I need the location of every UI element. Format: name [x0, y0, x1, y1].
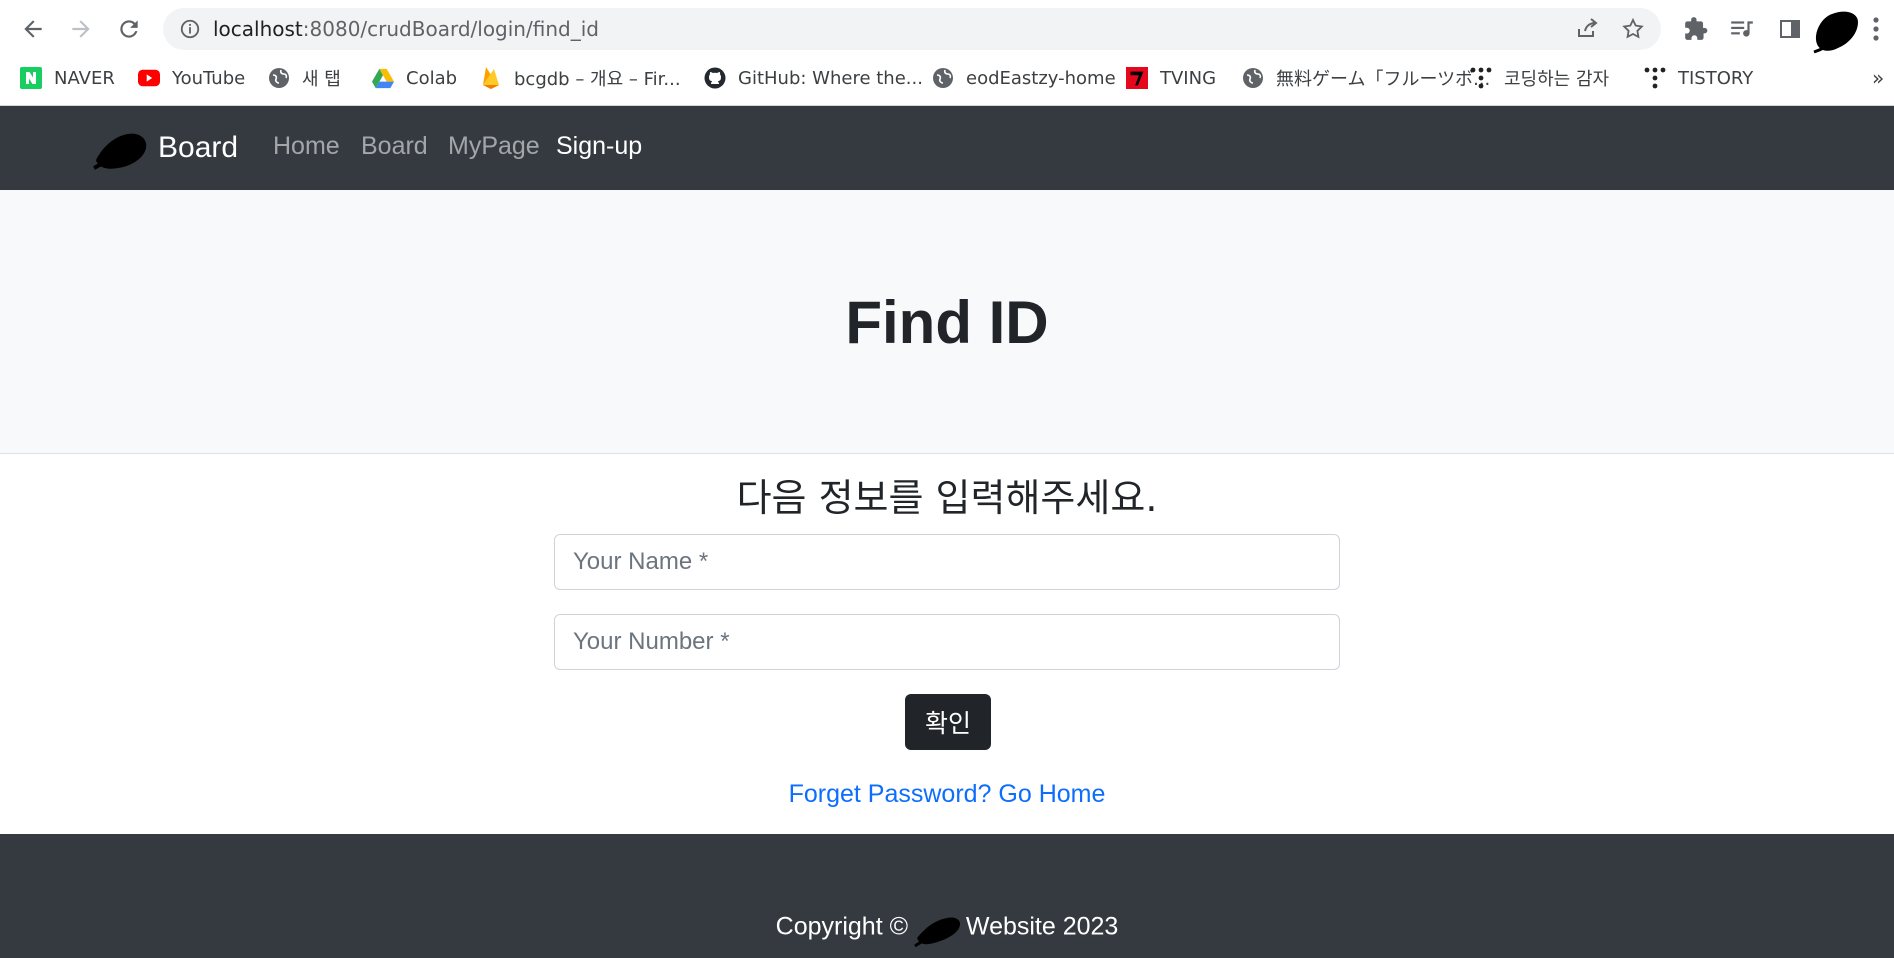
- bookmark-label: YouTube: [172, 67, 246, 89]
- name-input[interactable]: [554, 534, 1340, 590]
- drive-icon: [372, 67, 394, 89]
- bookmark-game[interactable]: 無料ゲーム「フルーツボ...: [1242, 64, 1490, 92]
- bookmark-new-tab[interactable]: 새 탭: [268, 64, 341, 92]
- kebab-menu-icon: [1873, 17, 1879, 41]
- side-panel-icon: [1780, 20, 1800, 38]
- footer-copyright: Copyright © Website 2023: [0, 908, 1894, 948]
- reload-button[interactable]: [112, 12, 146, 46]
- nav-link-mypage[interactable]: MyPage: [448, 132, 540, 161]
- bookmark-coding-potato[interactable]: 코딩하는 감자: [1470, 64, 1609, 92]
- naver-icon: [20, 67, 42, 89]
- bookmark-tistory[interactable]: TISTORY: [1644, 64, 1753, 92]
- redaction-scribble: [914, 917, 961, 948]
- brand-logo: [93, 133, 147, 170]
- browser-chrome: localhost:8080/crudBoard/login/find_id N…: [0, 0, 1894, 106]
- bookmark-label: eodEastzy-home: [966, 67, 1116, 89]
- side-panel-button[interactable]: [1776, 15, 1804, 43]
- bookmark-colab[interactable]: Colab: [372, 64, 457, 92]
- bookmark-label: 새 탭: [302, 69, 341, 90]
- form-subtitle: 다음 정보를 입력해주세요.: [736, 476, 1158, 520]
- globe-icon: [268, 67, 290, 89]
- url-path: :8080/crudBoard/login/find_id: [302, 17, 599, 41]
- profile-avatar[interactable]: [1810, 6, 1862, 56]
- browser-menu-button[interactable]: [1866, 15, 1886, 43]
- forward-button[interactable]: [64, 12, 98, 46]
- site-footer: Copyright © Website 2023: [0, 834, 1894, 958]
- arrow-right-icon: [72, 20, 90, 38]
- bookmarks-bar: NAVER YouTube 새 탭 Colab bcgdb – 개요 – Fir…: [0, 58, 1894, 96]
- youtube-icon: [138, 67, 160, 89]
- info-icon[interactable]: [179, 18, 201, 40]
- puzzle-icon: [1685, 17, 1708, 40]
- bookmarks-overflow-button[interactable]: »: [1872, 66, 1884, 90]
- number-input[interactable]: [554, 614, 1340, 670]
- tistory-icon: [1470, 67, 1492, 89]
- back-button[interactable]: [16, 12, 50, 46]
- bookmark-label: NAVER: [54, 67, 115, 89]
- globe-icon: [1242, 67, 1264, 89]
- page-header: Find ID: [0, 190, 1894, 454]
- bookmark-label: TISTORY: [1678, 67, 1754, 89]
- tving-icon: [1126, 67, 1148, 89]
- bookmark-eodeastzy[interactable]: eodEastzy-home: [932, 64, 1116, 92]
- bookmark-label: bcgdb – 개요 – Fir...: [514, 69, 681, 90]
- copyright-prefix: Copyright ©: [775, 912, 909, 941]
- share-icon[interactable]: [1575, 17, 1599, 41]
- copyright-suffix: Website 2023: [965, 912, 1119, 941]
- page-title: Find ID: [845, 289, 1049, 356]
- tistory-icon: [1644, 67, 1666, 89]
- brand-text: Board: [158, 131, 239, 164]
- bookmark-youtube[interactable]: YouTube: [138, 64, 245, 92]
- bookmark-naver[interactable]: NAVER: [20, 64, 115, 92]
- confirm-button[interactable]: 확인: [905, 694, 991, 750]
- url-host: localhost: [213, 17, 303, 41]
- bookmark-label: GitHub: Where the...: [738, 67, 923, 89]
- firebase-icon: [480, 67, 502, 89]
- media-button[interactable]: [1728, 15, 1756, 43]
- nav-link-board[interactable]: Board: [361, 132, 428, 161]
- forget-password-go-home-link[interactable]: Forget Password? Go Home: [789, 780, 1106, 808]
- queue-music-icon: [1731, 21, 1753, 37]
- bookmark-label: 無料ゲーム「フルーツボ...: [1276, 69, 1491, 90]
- site-navbar: Board Home Board MyPage Sign-up: [0, 106, 1894, 190]
- bookmark-label: TVING: [1160, 67, 1217, 89]
- globe-icon: [932, 67, 954, 89]
- bookmark-github[interactable]: GitHub: Where the...: [704, 64, 923, 92]
- bookmark-firebase[interactable]: bcgdb – 개요 – Fir...: [480, 64, 681, 92]
- arrow-left-icon: [24, 20, 42, 38]
- bookmark-label: 코딩하는 감자: [1504, 69, 1610, 90]
- navbar-brand[interactable]: Board: [92, 124, 238, 172]
- extensions-button[interactable]: [1682, 15, 1710, 43]
- star-icon[interactable]: [1621, 17, 1645, 41]
- github-icon: [704, 67, 726, 89]
- nav-link-signup[interactable]: Sign-up: [556, 132, 642, 161]
- nav-link-home[interactable]: Home: [273, 132, 340, 161]
- url-text[interactable]: localhost:8080/crudBoard/login/find_id: [213, 8, 599, 50]
- home-link-row: Forget Password? Go Home: [0, 778, 1894, 810]
- bookmark-label: Colab: [406, 67, 458, 89]
- reload-icon: [120, 20, 138, 38]
- bookmark-tving[interactable]: TVING: [1126, 64, 1216, 92]
- address-bar[interactable]: localhost:8080/crudBoard/login/find_id: [163, 8, 1661, 50]
- browser-toolbar: localhost:8080/crudBoard/login/find_id: [0, 0, 1894, 58]
